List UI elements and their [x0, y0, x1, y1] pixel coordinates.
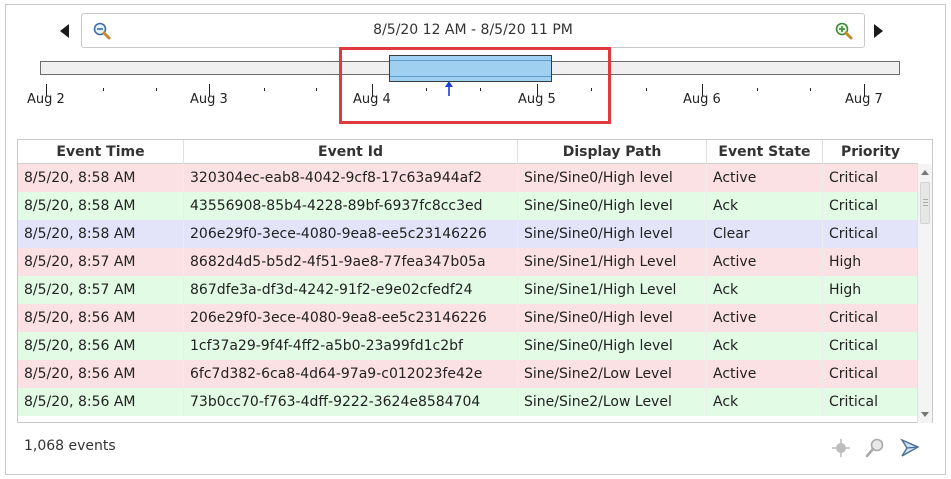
column-header-priority[interactable]: Priority — [823, 140, 918, 164]
cell-event-time: 8/5/20, 8:58 AM — [18, 220, 184, 248]
axis-tick — [480, 88, 481, 91]
cell-display-path: Sine/Sine1/High Level — [518, 248, 707, 276]
table-row[interactable]: 8/5/20, 8:58 AM 43556908-85b4-4228-89bf-6… — [18, 192, 918, 220]
table-row[interactable]: 8/5/20, 8:56 AM 73b0cc70-f763-4dff-9222-3… — [18, 388, 918, 416]
cell-priority: Critical — [829, 366, 878, 382]
cell-event-state: Clear — [707, 220, 823, 248]
cell-event-state: Ack — [707, 332, 823, 360]
cell-display-path: Sine/Sine0/High level — [518, 332, 707, 360]
cell-event-time: 8/5/20, 8:57 AM — [18, 248, 184, 276]
cell-priority: High — [829, 282, 862, 298]
column-header-event-state[interactable]: Event State — [707, 140, 823, 164]
cell-event-time: 8/5/20, 8:56 AM — [18, 332, 184, 360]
date-range-label: 8/5/20 12 AM - 8/5/20 11 PM — [373, 22, 573, 38]
cell-priority: Critical — [829, 226, 878, 242]
search-icon[interactable] — [864, 437, 886, 459]
cell-event-id: 8682d4d5-b5d2-4f51-9ae8-77fea347b05a — [184, 248, 518, 276]
axis-tick — [757, 88, 758, 91]
axis-tick — [264, 88, 265, 91]
cell-display-path: Sine/Sine0/High level — [518, 164, 707, 192]
column-header-event-id[interactable]: Event Id — [184, 140, 518, 164]
cell-event-time: 8/5/20, 8:57 AM — [18, 276, 184, 304]
timeline-selection-handle[interactable] — [389, 55, 552, 82]
cell-display-path: Sine/Sine0/High level — [518, 220, 707, 248]
cell-event-state: Active — [707, 304, 823, 332]
axis-tick — [156, 88, 157, 91]
cell-event-id: 6fc7d382-6ca8-4d64-97a9-c012023fe42e — [184, 360, 518, 388]
events-table: Event Time Event Id Display Path Event S… — [17, 139, 933, 423]
magic-wand-icon[interactable] — [898, 437, 920, 459]
cell-event-time: 8/5/20, 8:56 AM — [18, 388, 184, 416]
cell-priority: Critical — [829, 198, 878, 214]
table-row[interactable]: 8/5/20, 8:56 AM 6fc7d382-6ca8-4d64-97a9-c… — [18, 360, 918, 388]
column-header-event-time[interactable]: Event Time — [18, 140, 184, 164]
axis-tick — [103, 88, 104, 91]
cell-priority: Critical — [829, 338, 878, 354]
filter-icon[interactable] — [830, 437, 852, 459]
column-header-display-path[interactable]: Display Path — [518, 140, 707, 164]
axis-tick — [646, 88, 647, 91]
cell-priority: Critical — [829, 170, 878, 186]
axis-tick — [591, 88, 592, 91]
cell-event-state: Ack — [707, 192, 823, 220]
cell-display-path: Sine/Sine0/High level — [518, 304, 707, 332]
table-row[interactable]: 8/5/20, 8:56 AM 1cf37a29-9f4f-4ff2-a5b0-2… — [18, 332, 918, 360]
scroll-down-icon[interactable] — [921, 412, 929, 417]
axis-tick — [426, 88, 427, 91]
cell-event-state: Active — [707, 248, 823, 276]
cell-event-id: 320304ec-eab8-4042-9cf8-17c63a944af2 — [184, 164, 518, 192]
arrow-up-icon[interactable] — [444, 81, 454, 97]
cell-display-path: Sine/Sine2/Low Level — [518, 388, 707, 416]
cell-display-path: Sine/Sine2/Low Level — [518, 360, 707, 388]
cell-event-time: 8/5/20, 8:56 AM — [18, 360, 184, 388]
scroll-up-icon[interactable] — [921, 170, 929, 175]
cell-event-time: 8/5/20, 8:56 AM — [18, 304, 184, 332]
table-header: Event Time Event Id Display Path Event S… — [18, 140, 918, 164]
axis-label: Aug 3 — [190, 92, 228, 107]
cell-display-path: Sine/Sine0/High level — [518, 192, 707, 220]
axis-label: Aug 2 — [27, 92, 65, 107]
cell-event-state: Ack — [707, 276, 823, 304]
table-row[interactable]: 8/5/20, 8:56 AM 206e29f0-3ece-4080-9ea8-e… — [18, 304, 918, 332]
cell-priority: Critical — [829, 310, 878, 326]
vertical-scrollbar[interactable] — [917, 164, 932, 423]
event-count-label: 1,068 events — [24, 438, 116, 454]
axis-label: Aug 5 — [518, 92, 556, 107]
cell-event-id: 206e29f0-3ece-4080-9ea8-ee5c23146226 — [184, 304, 518, 332]
table-row[interactable]: 8/5/20, 8:58 AM 320304ec-eab8-4042-9cf8-1… — [18, 164, 918, 192]
cell-event-state: Active — [707, 164, 823, 192]
axis-tick — [810, 88, 811, 91]
previous-range-icon[interactable] — [60, 24, 69, 38]
cell-priority: High — [829, 254, 862, 270]
next-range-icon[interactable] — [874, 24, 883, 38]
axis-label: Aug 7 — [845, 92, 883, 107]
cell-event-state: Active — [707, 360, 823, 388]
date-range-box: 8/5/20 12 AM - 8/5/20 11 PM — [81, 13, 865, 48]
scroll-thumb[interactable] — [920, 182, 930, 224]
cell-event-id: 206e29f0-3ece-4080-9ea8-ee5c23146226 — [184, 220, 518, 248]
axis-tick — [316, 88, 317, 91]
cell-display-path: Sine/Sine1/High Level — [518, 276, 707, 304]
table-row[interactable]: 8/5/20, 8:57 AM 8682d4d5-b5d2-4f51-9ae8-7… — [18, 248, 918, 276]
cell-event-id: 43556908-85b4-4228-89bf-6937fc8cc3ed — [184, 192, 518, 220]
cell-event-id: 867dfe3a-df3d-4242-91f2-e9e02cfedf24 — [184, 276, 518, 304]
zoom-in-icon[interactable] — [834, 21, 854, 41]
table-row[interactable]: 8/5/20, 8:57 AM 867dfe3a-df3d-4242-91f2-e… — [18, 276, 918, 304]
axis-label: Aug 4 — [353, 92, 391, 107]
axis-label: Aug 6 — [683, 92, 721, 107]
cell-priority: Critical — [829, 394, 878, 410]
cell-event-time: 8/5/20, 8:58 AM — [18, 192, 184, 220]
cell-event-state: Ack — [707, 388, 823, 416]
cell-event-time: 8/5/20, 8:58 AM — [18, 164, 184, 192]
cell-event-id: 1cf37a29-9f4f-4ff2-a5b0-23a99fd1c2bf — [184, 332, 518, 360]
cell-event-id: 73b0cc70-f763-4dff-9222-3624e8584704 — [184, 388, 518, 416]
table-row[interactable]: 8/5/20, 8:58 AM 206e29f0-3ece-4080-9ea8-e… — [18, 220, 918, 248]
